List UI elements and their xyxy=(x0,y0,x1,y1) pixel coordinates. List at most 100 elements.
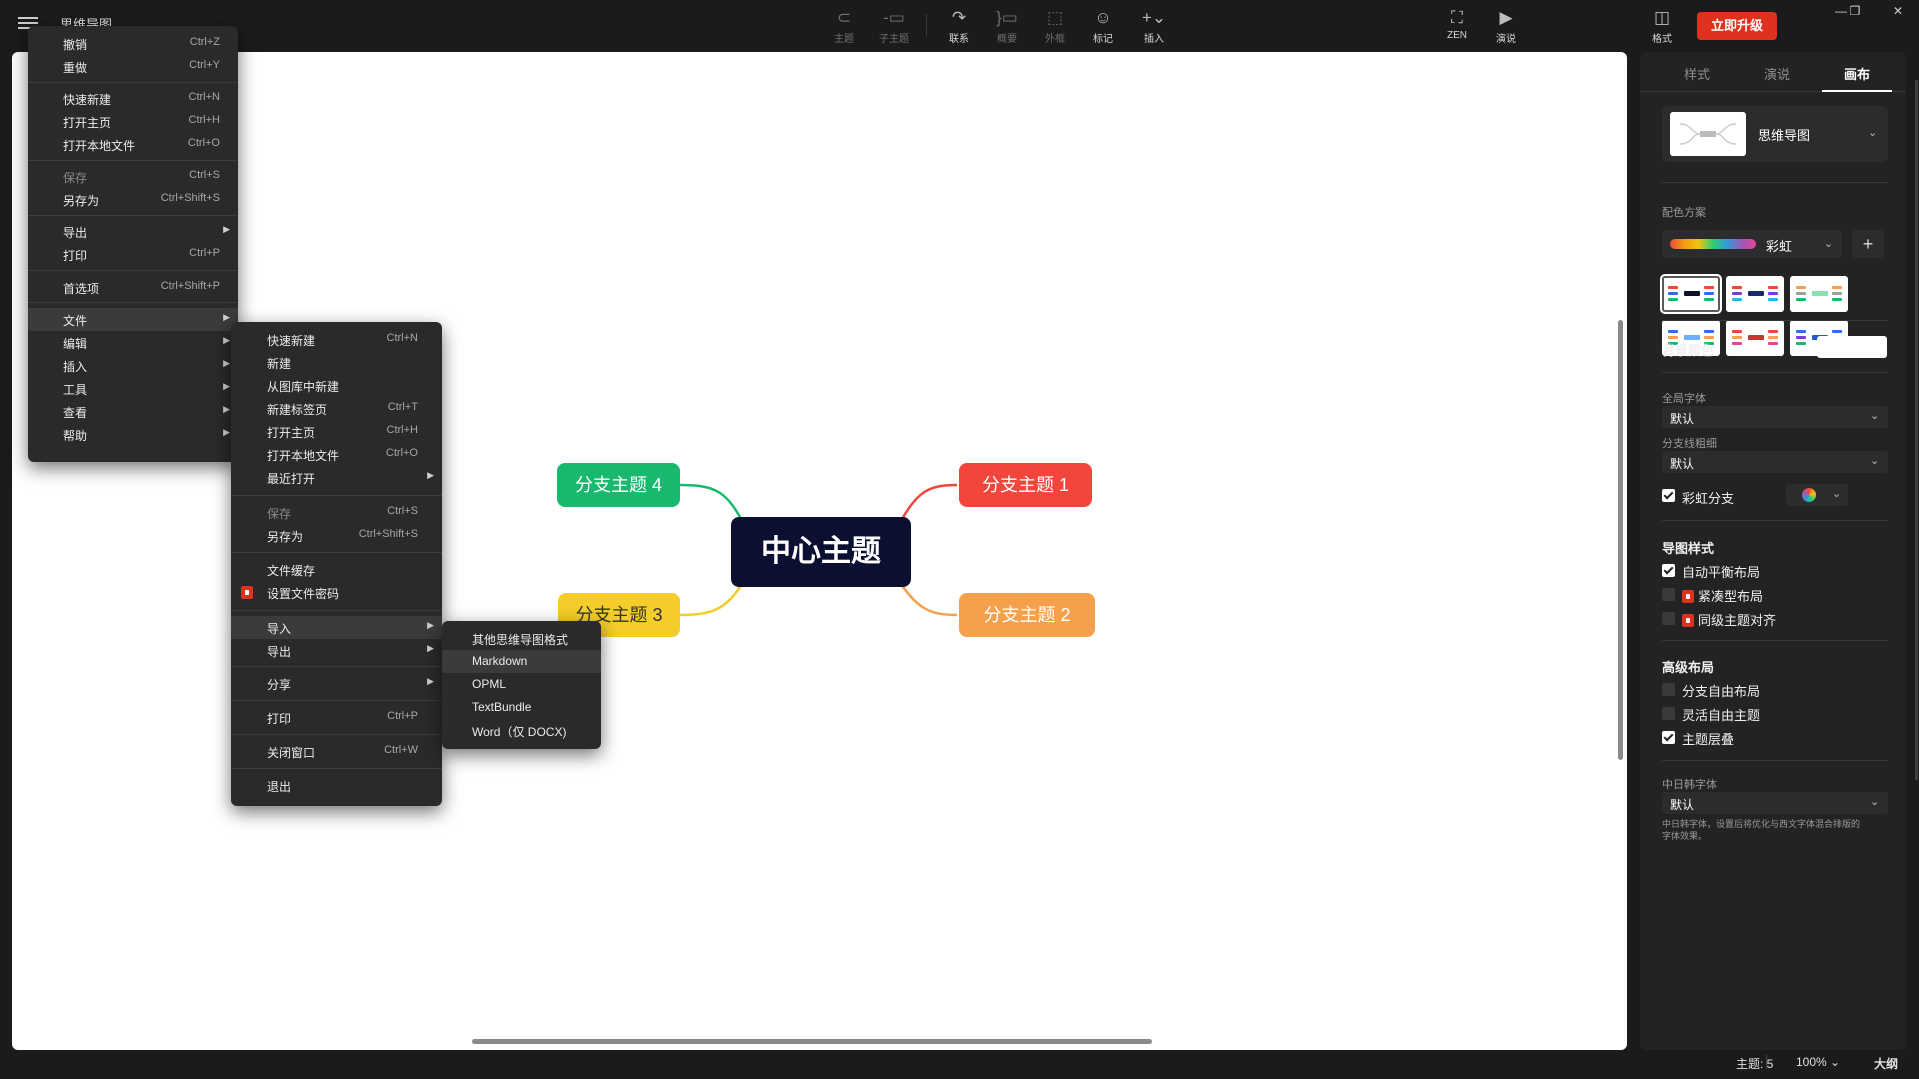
menu-item[interactable]: 从图库中新建 xyxy=(231,374,442,397)
submenu-arrow-icon: ▶ xyxy=(223,335,230,345)
cjk-font-select[interactable]: 默认 ⌄ xyxy=(1662,792,1888,814)
theme-thumbnail[interactable] xyxy=(1726,320,1784,356)
horizontal-scrollbar[interactable] xyxy=(472,1039,1152,1044)
structure-select[interactable]: 思维导图 ⌄ xyxy=(1662,106,1888,162)
menu-item[interactable]: 另存为 Ctrl+Shift+S xyxy=(231,524,442,547)
menu-item[interactable]: 保存 Ctrl+S xyxy=(28,165,238,188)
branch-width-select[interactable]: 默认 ⌄ xyxy=(1662,451,1888,473)
add-palette-button[interactable]: + xyxy=(1852,230,1884,258)
panel-scrollbar[interactable] xyxy=(1915,80,1918,780)
free-branch-checkbox[interactable] xyxy=(1662,683,1675,696)
branch-topic-1[interactable]: 分支主题 1 xyxy=(959,463,1092,507)
palette-select[interactable]: 彩虹 ⌄ xyxy=(1662,230,1842,258)
menu-item[interactable]: 设置文件密码 xyxy=(231,581,442,604)
menu-item[interactable]: 保存 Ctrl+S xyxy=(231,501,442,524)
boundary-button[interactable]: ⬚ 外框 xyxy=(1033,8,1077,48)
branch-topic-2[interactable]: 分支主题 2 xyxy=(959,593,1095,637)
vertical-scrollbar[interactable] xyxy=(1618,320,1623,760)
global-font-select[interactable]: 默认 ⌄ xyxy=(1662,406,1888,428)
zen-button[interactable]: ⛶ ZEN xyxy=(1435,8,1479,48)
upgrade-button[interactable]: 立即升级 xyxy=(1697,12,1777,40)
presentation-button[interactable]: ▶ 演说 xyxy=(1484,8,1528,48)
theme-thumbnail[interactable] xyxy=(1726,276,1784,312)
menu-item[interactable]: 打开主页 Ctrl+H xyxy=(231,420,442,443)
zoom-level[interactable]: 100% ⌄ xyxy=(1796,1055,1840,1069)
marker-button[interactable]: ☺ 标记 xyxy=(1081,8,1125,48)
menu-item[interactable]: 编辑 ▶ xyxy=(28,331,238,354)
menu-item[interactable]: 文件缓存 xyxy=(231,558,442,581)
theme-thumbnail[interactable] xyxy=(1790,276,1848,312)
divider xyxy=(1662,760,1888,761)
menu-item-shortcut: Ctrl+H xyxy=(188,114,220,126)
submenu-arrow-icon: ▶ xyxy=(223,358,230,368)
menu-item[interactable]: 退出 xyxy=(231,774,442,797)
relation-button[interactable]: ↷ 联系 xyxy=(937,8,981,48)
rainbow-color-picker[interactable]: ⌄ xyxy=(1786,484,1848,506)
menu-item[interactable]: 导入 ▶ xyxy=(231,616,442,639)
menu-item[interactable]: TextBundle xyxy=(442,696,601,719)
menu-item-shortcut: Ctrl+O xyxy=(187,137,220,149)
summary-button[interactable]: }▭ 概要 xyxy=(985,8,1029,48)
menu-item[interactable]: Word（仅 DOCX) xyxy=(442,719,601,742)
format-button[interactable]: ◫ 格式 xyxy=(1640,8,1684,48)
menu-item[interactable]: 插入 ▶ xyxy=(28,354,238,377)
menu-item[interactable]: 最近打开 ▶ xyxy=(231,466,442,489)
submenu-arrow-icon: ▶ xyxy=(223,381,230,391)
flex-free-topic-checkbox[interactable] xyxy=(1662,707,1675,720)
menu-item[interactable]: 打开本地文件 Ctrl+O xyxy=(231,443,442,466)
menu-item-shortcut: Ctrl+S xyxy=(387,505,418,517)
align-same-level-checkbox[interactable] xyxy=(1662,612,1675,625)
menu-item[interactable]: 查看 ▶ xyxy=(28,400,238,423)
menu-item-label: 关闭窗口 xyxy=(267,746,316,760)
menu-item-label: 打开主页 xyxy=(63,116,112,130)
menu-item[interactable]: 新建标签页 Ctrl+T xyxy=(231,397,442,420)
menu-item[interactable]: 其他思维导图格式 xyxy=(442,627,601,650)
menu-item[interactable]: 另存为 Ctrl+Shift+S xyxy=(28,188,238,211)
compact-layout-checkbox[interactable] xyxy=(1662,588,1675,601)
menu-item-label: 打开主页 xyxy=(267,426,316,440)
menu-separator xyxy=(28,160,238,161)
menu-item[interactable]: 撤销 Ctrl+Z xyxy=(28,32,238,55)
menu-item[interactable]: 打开主页 Ctrl+H xyxy=(28,110,238,133)
menu-item[interactable]: 首选项 Ctrl+Shift+P xyxy=(28,276,238,299)
menu-item[interactable]: 关闭窗口 Ctrl+W xyxy=(231,740,442,763)
menu-item[interactable]: 新建 xyxy=(231,351,442,374)
menu-item[interactable]: 帮助 ▶ xyxy=(28,423,238,446)
topic-overlap-checkbox[interactable] xyxy=(1662,731,1675,744)
submenu-arrow-icon: ▶ xyxy=(427,470,434,480)
menu-item-label: 从图库中新建 xyxy=(267,380,340,394)
topic-button[interactable]: ⊂ 主题 xyxy=(822,8,866,48)
bg-color-swatch[interactable] xyxy=(1817,336,1887,358)
import-submenu: 其他思维导图格式 Markdown OPML TextBundle Word（仅 DOC… xyxy=(442,621,601,749)
outline-button[interactable]: 大纲 xyxy=(1874,1055,1898,1072)
subtopic-button[interactable]: -▭ 子主题 xyxy=(872,8,916,48)
submenu-arrow-icon: ▶ xyxy=(223,312,230,322)
menu-item[interactable]: 重做 Ctrl+Y xyxy=(28,55,238,78)
menu-item[interactable]: 文件 ▶ xyxy=(28,308,238,331)
menu-item-shortcut: Ctrl+Z xyxy=(189,36,220,48)
menu-item[interactable]: 分享 ▶ xyxy=(231,672,442,695)
menu-item[interactable]: 快速新建 Ctrl+N xyxy=(231,328,442,351)
rainbow-branch-checkbox[interactable] xyxy=(1662,489,1675,502)
tab-presentation[interactable]: 演说 xyxy=(1742,64,1812,83)
menu-item[interactable]: 打印 Ctrl+P xyxy=(231,706,442,729)
insert-button[interactable]: +⌄ 插入 xyxy=(1132,8,1176,48)
menu-item[interactable]: 快速新建 Ctrl+N xyxy=(28,87,238,110)
menu-item[interactable]: OPML xyxy=(442,673,601,696)
theme-thumbnail[interactable] xyxy=(1660,274,1722,314)
menu-item[interactable]: 导出 ▶ xyxy=(28,220,238,243)
divider xyxy=(1662,520,1888,521)
tab-canvas[interactable]: 画布 xyxy=(1822,64,1892,83)
auto-balance-checkbox[interactable] xyxy=(1662,564,1675,577)
menu-item[interactable]: 导出 ▶ xyxy=(231,639,442,662)
central-topic[interactable]: 中心主题 xyxy=(731,517,911,587)
submenu-arrow-icon: ▶ xyxy=(223,427,230,437)
close-icon[interactable]: ✕ xyxy=(1883,4,1913,20)
menu-item[interactable]: 打印 Ctrl+P xyxy=(28,243,238,266)
tab-style[interactable]: 样式 xyxy=(1662,64,1732,83)
menu-item[interactable]: 工具 ▶ xyxy=(28,377,238,400)
menu-item[interactable]: Markdown xyxy=(442,650,601,673)
restore-icon[interactable]: ❐ xyxy=(1840,4,1870,20)
menu-item[interactable]: 打开本地文件 Ctrl+O xyxy=(28,133,238,156)
branch-topic-4[interactable]: 分支主题 4 xyxy=(557,463,680,507)
